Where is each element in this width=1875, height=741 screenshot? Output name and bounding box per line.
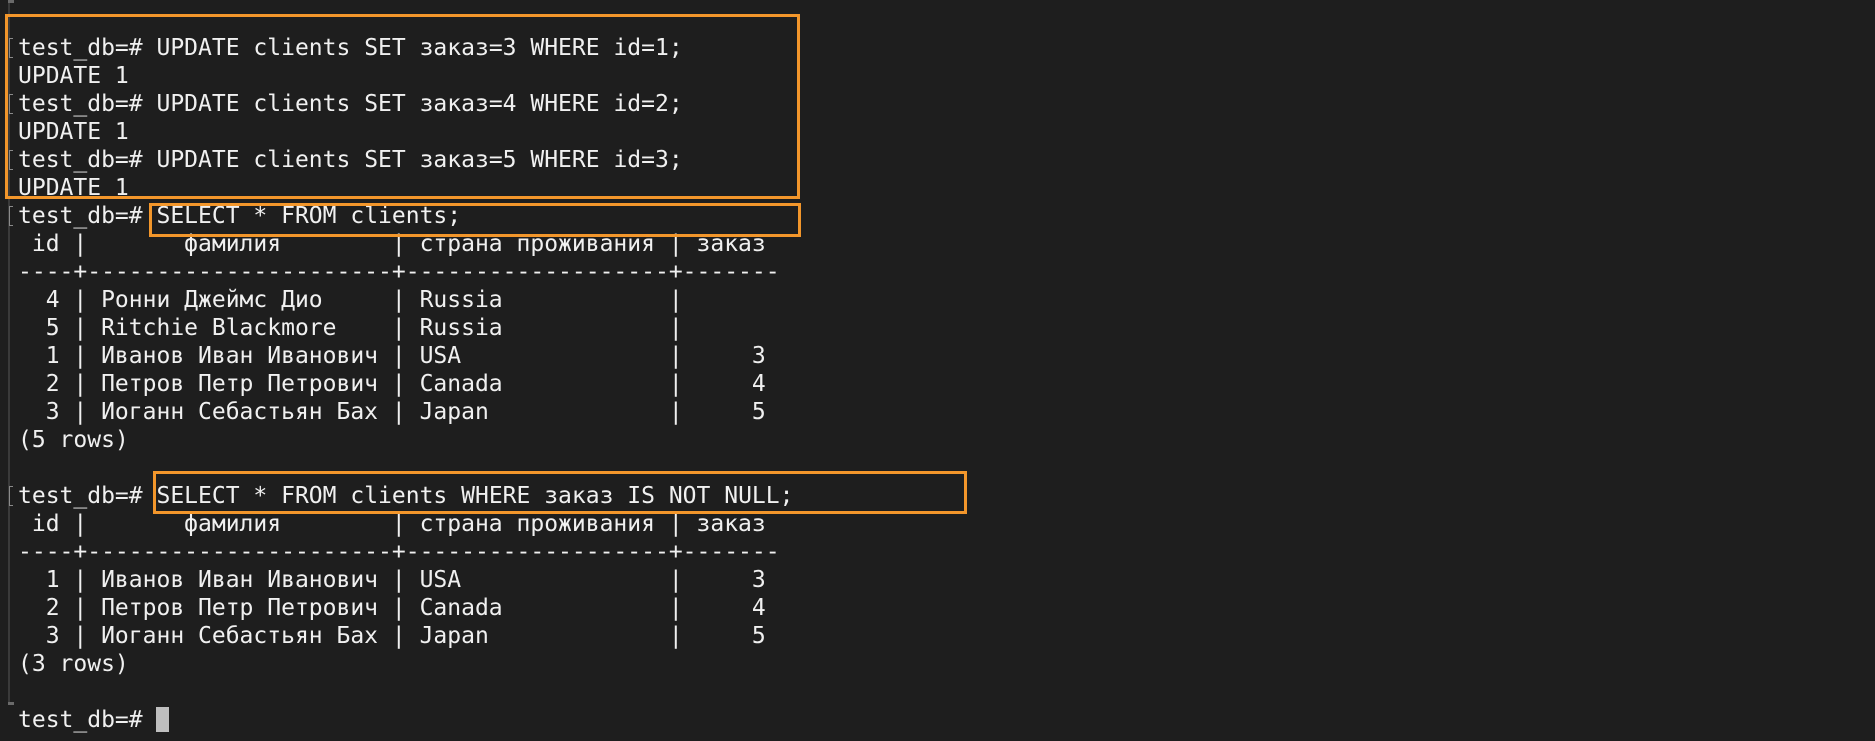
table-row: 1 | Иванов Иван Иванович | USA | 3 bbox=[18, 567, 766, 593]
prompt-text: test_db=# bbox=[18, 203, 157, 229]
scroll-marker-bottom bbox=[8, 702, 14, 705]
prompt-text: test_db=# bbox=[18, 483, 157, 509]
table-row: 2 | Петров Петр Петрович | Canada | 4 bbox=[18, 371, 766, 397]
highlight-box-update-commands bbox=[5, 14, 800, 199]
table-separator: ----+----------------------+------------… bbox=[18, 259, 780, 285]
command-mark bbox=[9, 486, 13, 506]
table-row: 3 | Иоганн Себастьян Бах | Japan | 5 bbox=[18, 399, 766, 425]
table-row: 3 | Иоганн Себастьян Бах | Japan | 5 bbox=[18, 623, 766, 649]
highlight-box-select-not-null bbox=[153, 471, 967, 514]
highlight-box-select-all bbox=[149, 203, 801, 237]
table-header: id | фамилия | страна проживания | заказ bbox=[18, 511, 766, 537]
current-prompt-line[interactable]: test_db=# bbox=[18, 706, 793, 734]
text-cursor bbox=[156, 707, 170, 732]
table-row: 5 | Ritchie Blackmore | Russia | bbox=[18, 315, 683, 341]
row-count: (5 rows) bbox=[18, 427, 129, 453]
table-row: 1 | Иванов Иван Иванович | USA | 3 bbox=[18, 343, 766, 369]
row-count: (3 rows) bbox=[18, 651, 129, 677]
terminal-window[interactable]: test_db=# UPDATE clients SET заказ=3 WHE… bbox=[0, 0, 1875, 741]
table-separator: ----+----------------------+------------… bbox=[18, 539, 780, 565]
scroll-marker-top bbox=[8, 0, 14, 3]
table-row: 2 | Петров Петр Петрович | Canada | 4 bbox=[18, 595, 766, 621]
table-row: 4 | Ронни Джеймс Дио | Russia | bbox=[18, 287, 683, 313]
prompt-text: test_db=# bbox=[18, 707, 157, 733]
command-mark bbox=[9, 206, 13, 226]
